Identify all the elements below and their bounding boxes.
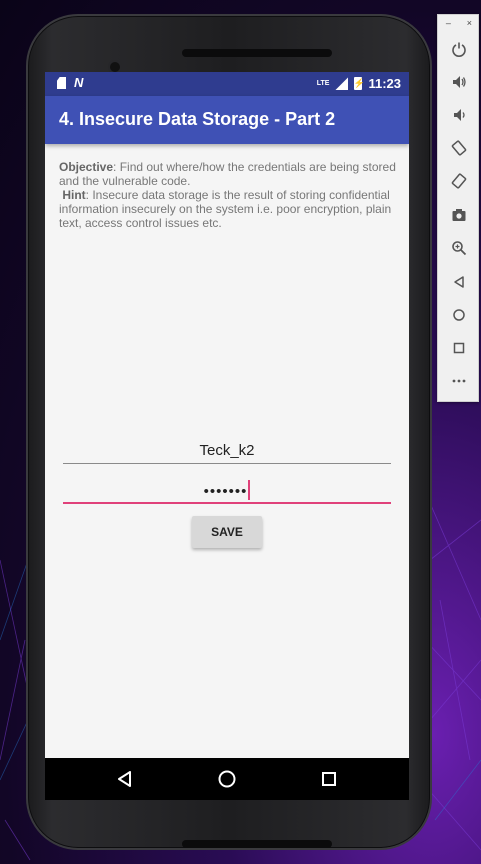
page-title: 4. Insecure Data Storage - Part 2 xyxy=(59,109,336,129)
description-text: Objective: Find out where/how the creden… xyxy=(59,160,399,230)
more-icon[interactable] xyxy=(449,371,469,391)
hint-text: : Insecure data storage is the result of… xyxy=(59,188,392,230)
back-icon[interactable] xyxy=(449,272,469,292)
minimize-button[interactable]: – xyxy=(446,18,451,28)
volume-up-icon[interactable] xyxy=(449,72,469,92)
rotate-left-icon[interactable] xyxy=(449,138,469,158)
bottom-speaker xyxy=(182,840,332,848)
status-time: 11:23 xyxy=(368,76,401,91)
hint-label: Hint xyxy=(62,188,86,202)
back-triangle-icon[interactable] xyxy=(105,758,145,800)
lte-indicator: LTE xyxy=(316,80,330,87)
sd-card-icon xyxy=(57,77,66,89)
emulator-toolbar: – × xyxy=(437,14,479,402)
device-screen: N LTE 11:23 4. Insecure Data Storage - P… xyxy=(45,72,409,800)
volume-down-icon[interactable] xyxy=(449,105,469,125)
home-circle-icon[interactable] xyxy=(207,758,247,800)
recents-square-icon[interactable] xyxy=(309,758,349,800)
app-bar: 4. Insecure Data Storage - Part 2 xyxy=(45,96,409,144)
overview-icon[interactable] xyxy=(449,338,469,358)
signal-icon xyxy=(335,77,349,90)
username-value: Teck_k2 xyxy=(199,442,255,459)
text-cursor xyxy=(248,480,251,500)
status-bar: N LTE 11:23 xyxy=(45,72,409,96)
password-value: ••••••• xyxy=(203,483,248,500)
top-speaker xyxy=(182,49,332,57)
navigation-bar xyxy=(45,758,409,800)
close-button[interactable]: × xyxy=(467,18,472,28)
power-icon[interactable] xyxy=(449,39,469,59)
save-button[interactable]: SAVE xyxy=(192,516,262,548)
username-field[interactable]: Teck_k2 xyxy=(63,440,391,464)
camera-icon[interactable] xyxy=(449,205,469,225)
rotate-right-icon[interactable] xyxy=(449,171,469,191)
password-field[interactable]: ••••••• xyxy=(63,478,391,504)
objective-label: Objective xyxy=(59,160,114,174)
zoom-icon[interactable] xyxy=(449,238,469,258)
battery-charging-icon xyxy=(353,77,365,90)
n-notification-icon: N xyxy=(74,75,84,90)
home-icon[interactable] xyxy=(449,305,469,325)
